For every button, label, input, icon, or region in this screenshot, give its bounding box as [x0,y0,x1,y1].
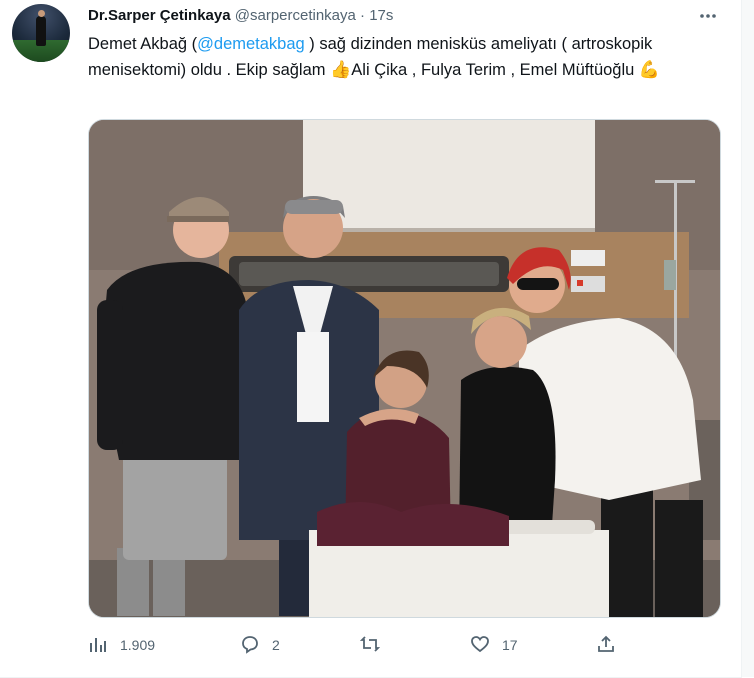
avatar-figure [36,16,46,46]
like-count: 17 [502,637,518,653]
views-action[interactable]: 1.909 [88,630,155,660]
tweet-text: Demet Akbağ (@demetakbag ) sağ dizinden … [88,31,728,83]
reply-action[interactable]: 2 [240,630,280,660]
share-icon [596,634,616,657]
views-icon [88,634,108,657]
author-handle[interactable]: @sarpercetinkaya [235,7,356,24]
tweet-card[interactable]: Dr.Sarper Çetinkaya @sarpercetinkaya · 1… [0,0,742,678]
retweet-action[interactable] [359,630,392,660]
tweet-text-part-1: Demet Akbağ ( [88,35,198,53]
tweet-text-part-3: Ali Çika , Fulya Terim , Emel Müftüoğlu [351,61,639,79]
author-name[interactable]: Dr.Sarper Çetinkaya [88,7,231,24]
share-action[interactable] [596,630,616,660]
reply-count: 2 [272,637,280,653]
tweet-actions: 1.909 2 17 [88,630,728,660]
flexed-biceps-emoji: 💪 [638,60,661,79]
like-icon [470,634,490,657]
tweet-time[interactable]: 17s [369,7,393,24]
separator-dot: · [360,7,366,24]
tweet-photo[interactable] [88,119,721,618]
like-action[interactable]: 17 [470,630,518,660]
retweet-icon [359,634,381,657]
author-avatar[interactable] [12,4,70,62]
reply-icon [240,634,260,657]
mention-link[interactable]: @demetakbag [197,35,305,53]
avatar-head [38,10,45,17]
tweet-header: Dr.Sarper Çetinkaya @sarpercetinkaya · 1… [88,6,393,26]
views-count: 1.909 [120,637,156,653]
scrollbar[interactable] [741,0,754,677]
thumbs-up-emoji: 👍 [330,60,352,79]
more-icon[interactable] [698,6,718,26]
